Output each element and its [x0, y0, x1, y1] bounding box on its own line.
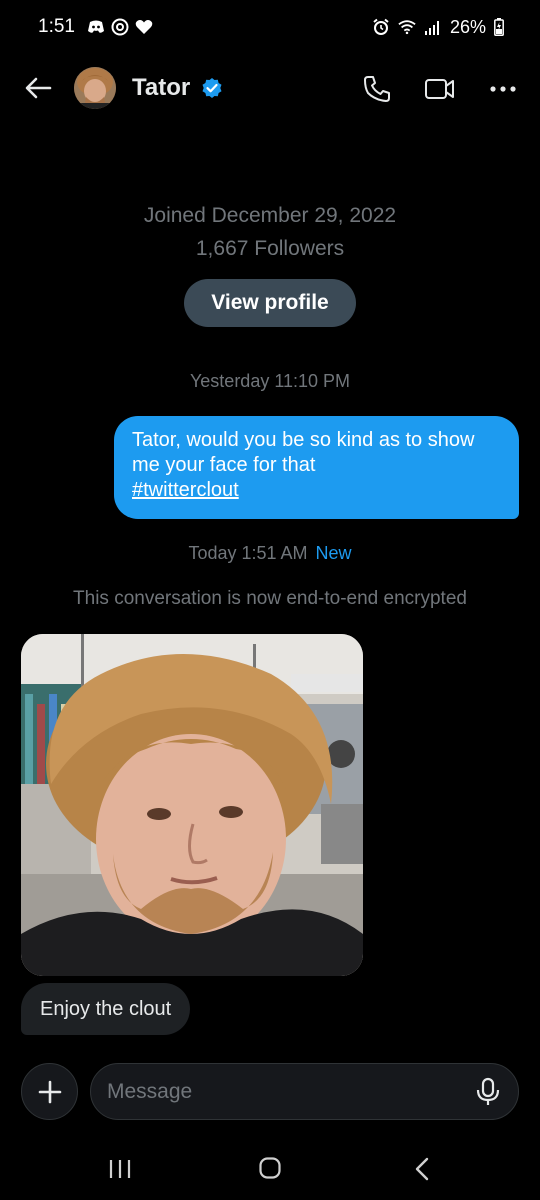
system-status: 26%: [372, 17, 504, 38]
battery-percent: 26%: [449, 16, 486, 37]
message-timestamp: Yesterday 11:10 PM: [189, 371, 351, 391]
encryption-notice: This conversation is now end-to-end encr…: [73, 588, 467, 609]
recent-apps-button[interactable]: [108, 1158, 132, 1180]
more-options-button[interactable]: [488, 74, 518, 104]
incoming-message[interactable]: Enjoy the clout: [21, 983, 191, 1035]
microphone-icon: [476, 1077, 500, 1105]
recent-apps-icon: [109, 1160, 131, 1178]
incoming-photo[interactable]: [21, 634, 363, 976]
contact-name[interactable]: Tator: [132, 74, 190, 102]
status-bar: 1:51 26%: [0, 0, 540, 54]
nav-back-icon: [415, 1157, 429, 1181]
discord-icon: [87, 18, 105, 36]
timestamp-text: Today 1:51 AM: [188, 543, 308, 563]
alarm-icon: [372, 18, 390, 36]
notification-icons: [87, 18, 153, 36]
message-field[interactable]: [90, 1063, 519, 1120]
avatar[interactable]: [74, 67, 116, 109]
threads-icon: [111, 18, 129, 36]
wifi-icon: [398, 18, 416, 36]
video-camera-icon: [425, 79, 454, 99]
followers-count: 1,667 Followers: [195, 237, 345, 260]
joined-date: Joined December 29, 2022: [143, 204, 397, 227]
heart-icon: [135, 18, 153, 36]
back-arrow-icon: [25, 77, 52, 99]
view-profile-button[interactable]: View profile: [184, 279, 356, 327]
battery-icon: [494, 18, 504, 36]
nav-back-button[interactable]: [412, 1156, 432, 1182]
outgoing-message-text: Tator, would you be so kind as to show m…: [132, 429, 475, 476]
phone-icon: [364, 76, 390, 102]
add-attachment-button[interactable]: [21, 1063, 78, 1120]
call-button[interactable]: [362, 74, 392, 104]
system-nav-bar: [0, 1140, 540, 1200]
conversation-header: Tator: [0, 60, 540, 116]
more-icon: [490, 86, 516, 92]
message-input[interactable]: [107, 1064, 447, 1119]
signal-icon: [424, 18, 442, 36]
verified-badge-icon: [202, 78, 222, 98]
video-call-button[interactable]: [424, 74, 456, 104]
hashtag-link[interactable]: #twitterclout: [132, 479, 239, 501]
voice-message-button[interactable]: [474, 1077, 502, 1107]
plus-icon: [38, 1080, 61, 1103]
new-label: New: [315, 543, 352, 563]
back-button[interactable]: [22, 72, 54, 104]
status-time: 1:51: [38, 16, 75, 37]
message-timestamp-today: Today 1:51 AM New: [0, 543, 540, 564]
home-icon: [259, 1157, 281, 1179]
home-button[interactable]: [258, 1156, 282, 1180]
outgoing-message[interactable]: Tator, would you be so kind as to show m…: [114, 416, 519, 519]
